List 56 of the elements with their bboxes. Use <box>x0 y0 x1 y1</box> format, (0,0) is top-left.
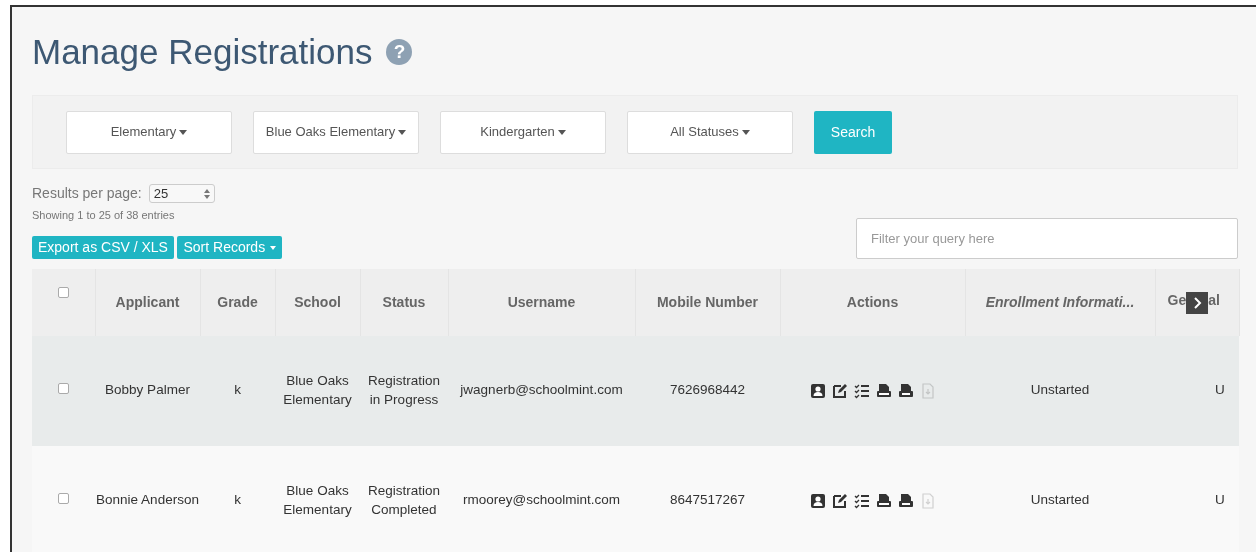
table-cell: 7626968442 <box>669 382 746 398</box>
edit-icon[interactable] <box>831 382 848 399</box>
row-checkbox[interactable] <box>58 383 69 395</box>
search-button[interactable]: Search <box>814 110 892 154</box>
table-cell: Bobby Palmer <box>105 382 190 398</box>
table-cell: jwagnerb@schoolmint.com <box>460 382 623 398</box>
column-header[interactable]: Username <box>507 293 576 310</box>
column-header[interactable]: Grade <box>217 293 258 310</box>
column-header[interactable]: Applicant <box>115 293 180 310</box>
table-cell: Bonnie Anderson <box>96 492 199 508</box>
column-header[interactable]: Status <box>382 293 426 310</box>
chevron-right-icon <box>1192 297 1203 309</box>
page-title: Manage Registrations <box>32 31 373 73</box>
table-cell: Unstarted <box>1030 382 1090 398</box>
sort-dropdown[interactable]: Sort Records <box>177 235 283 259</box>
caret-icon <box>557 130 566 136</box>
column-header[interactable]: Ge <box>1167 292 1187 308</box>
scroll-right-button[interactable] <box>1186 292 1209 314</box>
column-header-fragment: al <box>1208 292 1220 308</box>
table-cell: Registration in Progress <box>367 373 440 407</box>
select-all-checkbox[interactable] <box>57 286 69 298</box>
filter-dropdown[interactable]: Kindergarten <box>440 110 606 154</box>
column-header[interactable]: Enrollment Informati... <box>985 293 1135 310</box>
column-header[interactable]: School <box>294 293 341 310</box>
table-cell: rmoorey@schoolmint.com <box>463 492 620 508</box>
results-per-page-select[interactable]: 25 <box>148 184 215 203</box>
spinner-icon <box>203 188 210 199</box>
table-cell: U <box>1215 382 1225 398</box>
table-cell: Blue Oaks Elementary <box>283 373 352 407</box>
column-header[interactable]: Actions <box>846 293 899 310</box>
contact-card-icon[interactable] <box>809 492 826 509</box>
row-checkbox[interactable] <box>58 493 69 505</box>
caret-icon <box>270 245 277 250</box>
results-per-page-label: Results per page: <box>32 184 142 203</box>
table-cell: k <box>234 492 241 508</box>
column-header[interactable]: Mobile Number <box>656 293 759 310</box>
filter-dropdown[interactable]: All Statuses <box>627 110 793 154</box>
checklist-icon[interactable] <box>853 492 870 509</box>
entries-summary: Showing 1 to 25 of 38 entries <box>32 208 176 223</box>
table-cell: k <box>234 382 241 398</box>
checklist-icon[interactable] <box>853 382 870 399</box>
edit-icon[interactable] <box>831 492 848 509</box>
table-cell: 8647517267 <box>669 492 746 508</box>
caret-icon <box>398 130 407 136</box>
table-cell: Blue Oaks Elementary <box>283 483 352 517</box>
filter-query-field[interactable]: Filter your query here <box>856 217 1238 259</box>
table-cell: U <box>1215 492 1225 508</box>
caret-icon <box>179 130 188 136</box>
table-cell: Unstarted <box>1030 492 1090 508</box>
filter-dropdown[interactable]: Elementary <box>66 110 232 154</box>
export-button[interactable]: Export as CSV / XLS <box>32 235 174 259</box>
filter-dropdown[interactable]: Blue Oaks Elementary <box>253 110 419 154</box>
caret-icon <box>741 130 750 136</box>
contact-card-icon[interactable] <box>809 382 826 399</box>
table-cell: Registration Completed <box>367 483 440 517</box>
help-icon[interactable]: ? <box>386 39 413 65</box>
